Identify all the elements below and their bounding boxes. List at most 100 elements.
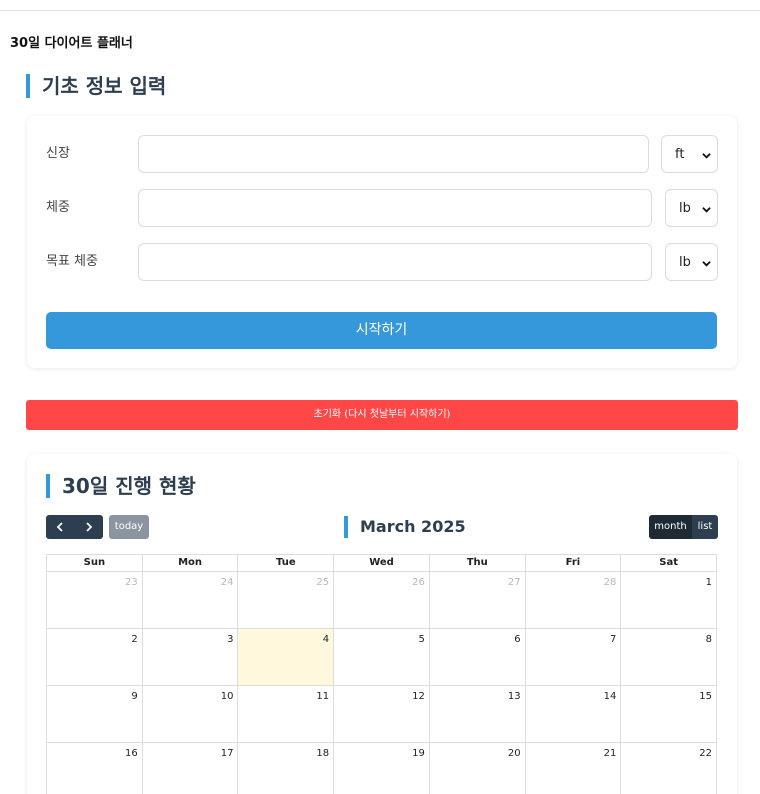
calendar-day-cell[interactable]: 18 <box>238 743 335 794</box>
chevron-left-icon <box>56 522 63 532</box>
target-weight-unit-select[interactable]: lb <box>665 243 718 281</box>
basic-info-card: 신장 ft 체중 lb 목표 체중 lb 시작하기 <box>27 116 737 368</box>
day-number: 12 <box>412 691 425 702</box>
day-number: 27 <box>507 577 521 588</box>
chevron-down-icon <box>702 153 711 159</box>
view-switcher: month list <box>649 515 718 539</box>
weight-row: 체중 lb <box>46 189 718 227</box>
calendar-day-cell[interactable]: 8 <box>621 629 718 686</box>
height-input[interactable] <box>138 135 649 173</box>
calendar-week-row: 2 3 4 5 6 7 8 <box>47 629 718 686</box>
calendar-day-cell[interactable]: 2 <box>47 629 143 686</box>
calendar-day-cell[interactable]: 11 <box>238 686 335 743</box>
weight-unit-value: lb <box>679 201 691 216</box>
calendar-day-cell[interactable]: 21 <box>526 743 622 794</box>
calendar-day-cell[interactable]: 23 <box>47 572 143 629</box>
calendar-grid: Sun Mon Tue Wed Thu Fri Sat 23 24 25 26 27 28 1 2 3 4 5 6… <box>46 554 718 794</box>
day-number: 21 <box>603 748 617 759</box>
day-number: 11 <box>316 691 330 702</box>
calendar-day-cell[interactable]: 25 <box>238 572 335 629</box>
day-number: 13 <box>507 691 521 702</box>
progress-card: 30일 진행 현황 today March 2025 month list Su… <box>27 454 737 794</box>
calendar-day-cell[interactable]: 15 <box>621 686 718 743</box>
day-number: 22 <box>699 748 713 759</box>
day-number: 17 <box>220 748 234 759</box>
calendar-day-cell[interactable]: 17 <box>143 743 239 794</box>
calendar-month-title: March 2025 <box>344 516 466 538</box>
day-number: 25 <box>316 577 330 588</box>
top-divider <box>0 10 760 11</box>
weekday-header: Tue <box>238 555 335 572</box>
weekday-header: Sun <box>47 555 143 572</box>
target-weight-label: 목표 체중 <box>46 254 98 269</box>
day-number: 24 <box>220 577 234 588</box>
day-number: 15 <box>699 691 713 702</box>
calendar-header: Sun Mon Tue Wed Thu Fri Sat <box>47 555 718 572</box>
day-number: 5 <box>418 634 425 645</box>
day-number: 28 <box>603 577 617 588</box>
today-button[interactable]: today <box>109 515 149 539</box>
weekday-header: Wed <box>334 555 430 572</box>
list-view-button[interactable]: list <box>692 515 718 539</box>
day-number: 6 <box>514 634 521 645</box>
day-number: 9 <box>131 691 138 702</box>
calendar-day-cell[interactable]: 10 <box>142 686 239 743</box>
target-weight-input[interactable] <box>138 243 652 281</box>
calendar-day-today[interactable]: 4 <box>238 629 335 686</box>
calendar-day-cell[interactable]: 16 <box>47 743 143 794</box>
calendar-week-row: 16 17 18 19 20 21 22 <box>47 743 718 794</box>
calendar-day-cell[interactable]: 5 <box>334 629 430 686</box>
calendar-day-cell[interactable]: 13 <box>429 686 526 743</box>
day-number: 2 <box>131 634 138 645</box>
reset-button[interactable]: 초기화 (다시 첫날부터 시작하기) <box>26 400 738 430</box>
chevron-down-icon <box>702 261 711 267</box>
day-number: 18 <box>316 748 330 759</box>
progress-title: 30일 진행 현황 <box>46 474 196 498</box>
calendar-nav-group <box>46 515 103 539</box>
day-number: 4 <box>322 634 330 645</box>
day-number: 14 <box>603 691 617 702</box>
weekday-header: Fri <box>525 555 622 572</box>
day-number: 10 <box>220 691 234 702</box>
calendar-week-row: 9 10 11 12 13 14 15 <box>47 686 718 743</box>
calendar-week-row: 23 24 25 26 27 28 1 <box>47 572 718 629</box>
calendar-day-cell[interactable]: 14 <box>525 686 622 743</box>
day-number: 19 <box>412 748 425 759</box>
day-number: 8 <box>705 634 713 645</box>
calendar-day-cell[interactable]: 3 <box>142 629 239 686</box>
height-unit-value: ft <box>675 147 685 162</box>
weekday-header: Mon <box>142 555 239 572</box>
weekday-header: Sat <box>621 555 718 572</box>
day-number: 26 <box>412 577 425 588</box>
target-weight-unit-value: lb <box>679 255 691 270</box>
day-number: 16 <box>124 748 138 759</box>
day-number: 1 <box>705 577 713 588</box>
calendar-day-cell[interactable]: 12 <box>334 686 430 743</box>
chevron-right-icon <box>86 522 93 532</box>
chevron-down-icon <box>702 207 711 213</box>
day-number: 7 <box>609 634 617 645</box>
calendar-day-cell[interactable]: 22 <box>621 743 718 794</box>
height-unit-select[interactable]: ft <box>661 135 718 173</box>
calendar-day-cell[interactable]: 19 <box>334 743 430 794</box>
height-label: 신장 <box>46 146 70 161</box>
weight-unit-select[interactable]: lb <box>665 189 718 227</box>
calendar-day-cell[interactable]: 28 <box>525 572 622 629</box>
start-button[interactable]: 시작하기 <box>46 312 717 349</box>
calendar-day-cell[interactable]: 6 <box>429 629 526 686</box>
weight-input[interactable] <box>138 189 652 227</box>
day-number: 3 <box>227 634 234 645</box>
next-month-button[interactable] <box>75 515 103 539</box>
calendar-day-cell[interactable]: 1 <box>621 572 718 629</box>
calendar-day-cell[interactable]: 26 <box>334 572 430 629</box>
day-number: 23 <box>124 577 138 588</box>
prev-month-button[interactable] <box>46 515 74 539</box>
calendar-day-cell[interactable]: 9 <box>47 686 143 743</box>
calendar-day-cell[interactable]: 20 <box>430 743 526 794</box>
month-view-button[interactable]: month <box>649 515 692 539</box>
calendar-day-cell[interactable]: 24 <box>142 572 239 629</box>
height-row: 신장 ft <box>46 135 718 173</box>
app-title: 30일 다이어트 플래너 <box>10 36 133 51</box>
calendar-day-cell[interactable]: 27 <box>429 572 526 629</box>
calendar-day-cell[interactable]: 7 <box>525 629 622 686</box>
